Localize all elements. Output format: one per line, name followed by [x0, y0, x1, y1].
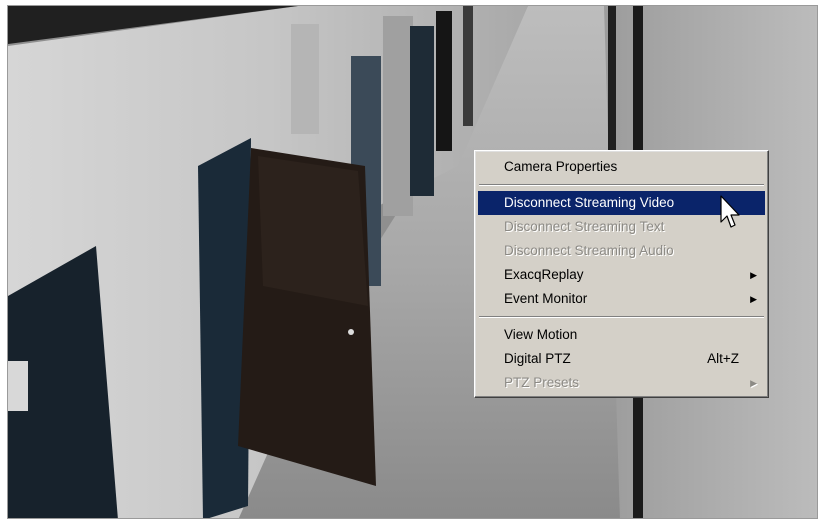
submenu-arrow-icon: ▶ — [750, 378, 757, 388]
menu-separator — [479, 184, 764, 186]
submenu-arrow-icon: ▶ — [750, 270, 757, 280]
menu-item-event-monitor[interactable]: Event Monitor ▶ — [478, 287, 765, 311]
submenu-arrow-icon: ▶ — [750, 294, 757, 304]
menu-item-camera-properties[interactable]: Camera Properties — [478, 155, 765, 179]
menu-item-disconnect-streaming-audio: Disconnect Streaming Audio — [504, 243, 674, 258]
camera-context-menu: Camera Properties Disconnect Streaming V… — [474, 150, 769, 398]
mouse-pointer-icon — [720, 195, 740, 228]
menu-item-exacqreplay[interactable]: ExacqReplay ▶ — [478, 263, 765, 287]
menu-item-ptz-presets: PTZ Presets ▶ — [478, 371, 765, 395]
menu-item-view-motion[interactable]: View Motion — [478, 323, 765, 347]
shortcut-label: Alt+Z — [707, 351, 739, 366]
menu-item-digital-ptz[interactable]: Digital PTZ Alt+Z — [478, 347, 765, 371]
menu-separator — [479, 316, 764, 318]
